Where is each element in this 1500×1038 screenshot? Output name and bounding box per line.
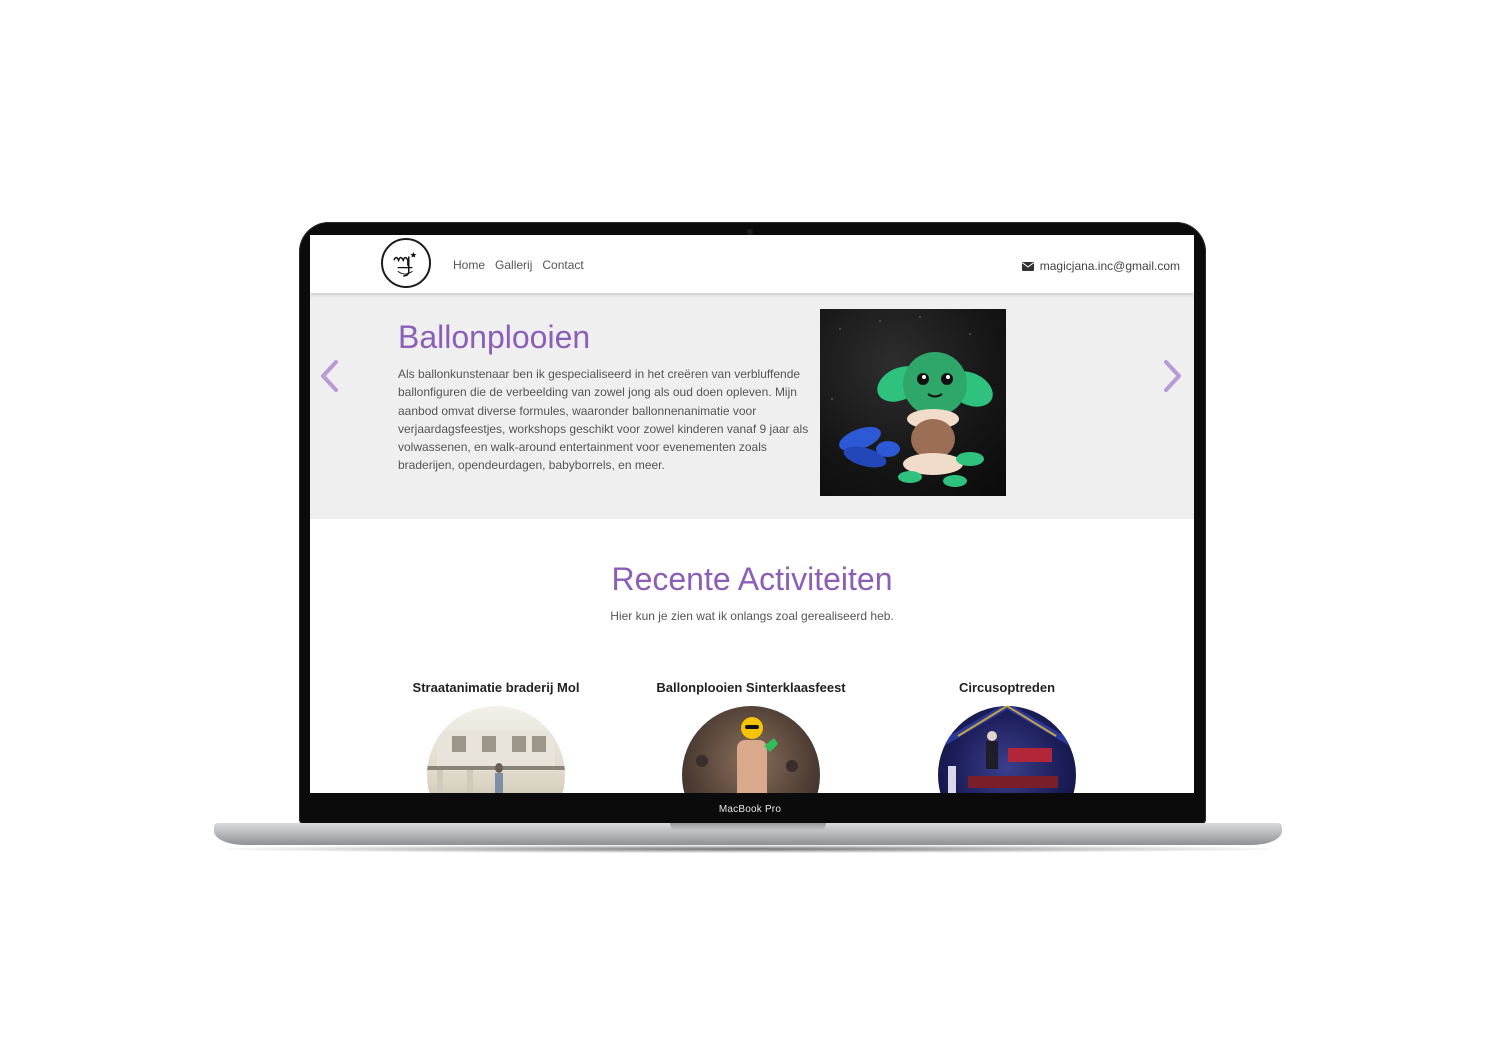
balloon-figure-illustration — [831, 316, 993, 487]
hero-title: Ballonplooien — [398, 319, 591, 355]
laptop-shadow — [228, 845, 1268, 853]
hero-carousel: Ballonplooien Als ballonkunstenaar ben i… — [310, 293, 1194, 519]
card-title: Circusoptreden — [958, 680, 1056, 695]
envelope-icon — [1021, 261, 1034, 271]
nav-home[interactable]: Home — [453, 258, 485, 272]
site-header: Home Gallerij Contact magicjana.inc@gmai… — [310, 235, 1194, 293]
email-text: magicjana.inc@gmail.com — [1039, 259, 1180, 273]
chevron-right-icon[interactable] — [1160, 359, 1184, 393]
circus-photo — [938, 706, 1076, 793]
activity-thumbnail[interactable] — [427, 706, 565, 793]
logo[interactable] — [381, 238, 431, 288]
party-photo — [696, 717, 798, 793]
laptop-screen: Home Gallerij Contact magicjana.inc@gmai… — [310, 235, 1194, 793]
contact-email[interactable]: magicjana.inc@gmail.com — [1021, 259, 1180, 273]
chevron-left-icon[interactable] — [318, 359, 342, 393]
street-photo — [427, 731, 565, 793]
nav-contact[interactable]: Contact — [542, 258, 583, 272]
activity-card-sinterklaas[interactable]: Ballonplooien Sinterklaasfeest — [641, 680, 861, 793]
recent-title: Recente Activiteiten — [611, 561, 893, 597]
activity-thumbnail[interactable] — [938, 706, 1076, 793]
recent-subtitle: Hier kun je zien wat ik onlangs zoal ger… — [610, 609, 894, 623]
card-title: Ballonplooien Sinterklaasfeest — [656, 680, 846, 695]
activity-thumbnail[interactable] — [682, 706, 820, 793]
activity-card-circus[interactable]: Circusoptreden — [897, 680, 1117, 793]
laptop-notch — [670, 823, 826, 831]
hero-balloon-image — [820, 309, 1006, 496]
main-nav: Home Gallerij Contact — [453, 258, 584, 272]
logo-icon — [393, 251, 417, 277]
device-label: MacBook Pro — [718, 804, 782, 815]
nav-gallerij[interactable]: Gallerij — [495, 258, 532, 272]
activity-card-braderij[interactable]: Straatanimatie braderij Mol — [386, 680, 606, 793]
card-title: Straatanimatie braderij Mol — [412, 680, 580, 695]
hero-text: Als ballonkunstenaar ben ik gespecialise… — [398, 367, 809, 473]
